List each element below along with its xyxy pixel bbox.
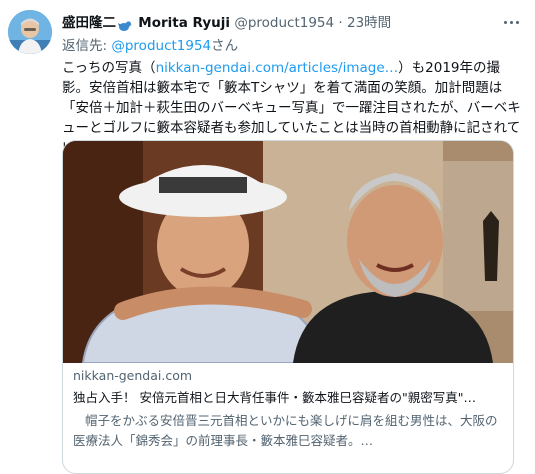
reply-prefix: 返信先: [62,38,108,54]
timestamp[interactable]: 23時間 [347,15,391,31]
bird-emoji-icon [118,17,132,31]
tweet-header: 盛田隆二 Morita Ryuji @product1954 · 23時間 [62,12,391,34]
separator: · [338,15,343,31]
reply-handle-link[interactable]: @product1954 [111,38,211,54]
card-description: 帽子をかぶる安倍晋三元首相といかにも楽しげに肩を組む男性は、大阪の医療法人「錦秀… [73,413,498,448]
avatar[interactable] [8,10,52,54]
link-card[interactable]: nikkan-gendai.com 独占入手！ 安倍元首相と日大背任事件・籔本雅… [62,140,514,474]
avatar-photo [8,10,52,54]
card-title[interactable]: 独占入手！ 安倍元首相と日大背任事件・籔本雅巳容疑者の"親密写真"… [73,388,509,408]
card-domain: nikkan-gendai.com [73,368,193,383]
secondary-name[interactable]: Morita Ryuji [138,15,230,31]
article-link[interactable]: nikkan-gendai.com/articles/image… [156,60,399,76]
reply-suffix: さん [211,38,239,54]
handle[interactable]: @product1954 [234,15,334,31]
tweet[interactable]: 盛田隆二 Morita Ryuji @product1954 · 23時間 返信… [0,0,535,474]
more-dots-icon[interactable] [501,14,521,30]
reply-to-line: 返信先: @product1954さん [62,36,238,56]
tweet-text-before-link: こっちの写真（ [62,60,156,76]
card-image[interactable] [63,141,514,363]
display-name[interactable]: 盛田隆二 [62,15,116,31]
